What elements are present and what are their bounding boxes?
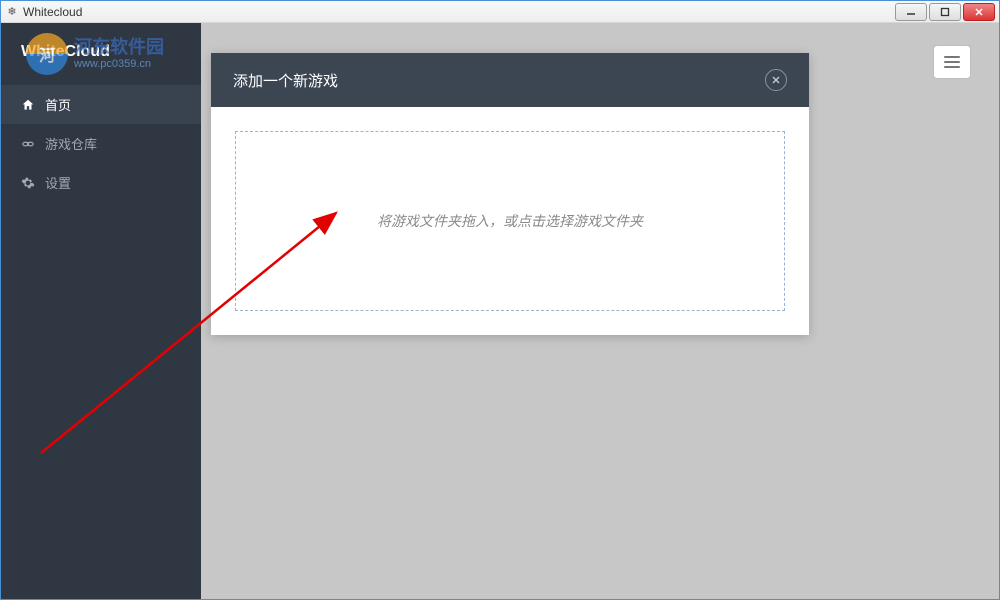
sidebar-item-library[interactable]: 游戏仓库: [1, 124, 201, 163]
sidebar-item-label: 游戏仓库: [45, 134, 97, 153]
folder-dropzone[interactable]: 将游戏文件夹拖入，或点击选择游戏文件夹: [235, 131, 785, 311]
sidebar: WhiteCloud 首页 游戏仓库 设置: [1, 23, 201, 599]
sidebar-item-label: 设置: [45, 173, 71, 192]
sidebar-item-settings[interactable]: 设置: [1, 163, 201, 202]
modal-title: 添加一个新游戏: [233, 70, 338, 91]
sidebar-item-home[interactable]: 首页: [1, 85, 201, 124]
dropzone-hint: 将游戏文件夹拖入，或点击选择游戏文件夹: [377, 211, 643, 231]
close-button[interactable]: [963, 3, 995, 21]
link-icon: [21, 137, 35, 151]
menu-button[interactable]: [933, 45, 971, 79]
maximize-button[interactable]: [929, 3, 961, 21]
app-icon: ❄: [5, 5, 19, 19]
minimize-button[interactable]: [895, 3, 927, 21]
titlebar: ❄ Whitecloud: [1, 1, 999, 23]
modal-header: 添加一个新游戏: [211, 53, 809, 107]
sidebar-item-label: 首页: [45, 95, 71, 114]
gear-icon: [21, 176, 35, 190]
home-icon: [21, 98, 35, 112]
brand-title: WhiteCloud: [1, 27, 201, 85]
modal-close-button[interactable]: [765, 69, 787, 91]
titlebar-title: Whitecloud: [23, 5, 82, 19]
add-game-modal: 添加一个新游戏 将游戏文件夹拖入，或点击选择游戏文件夹: [211, 53, 809, 335]
